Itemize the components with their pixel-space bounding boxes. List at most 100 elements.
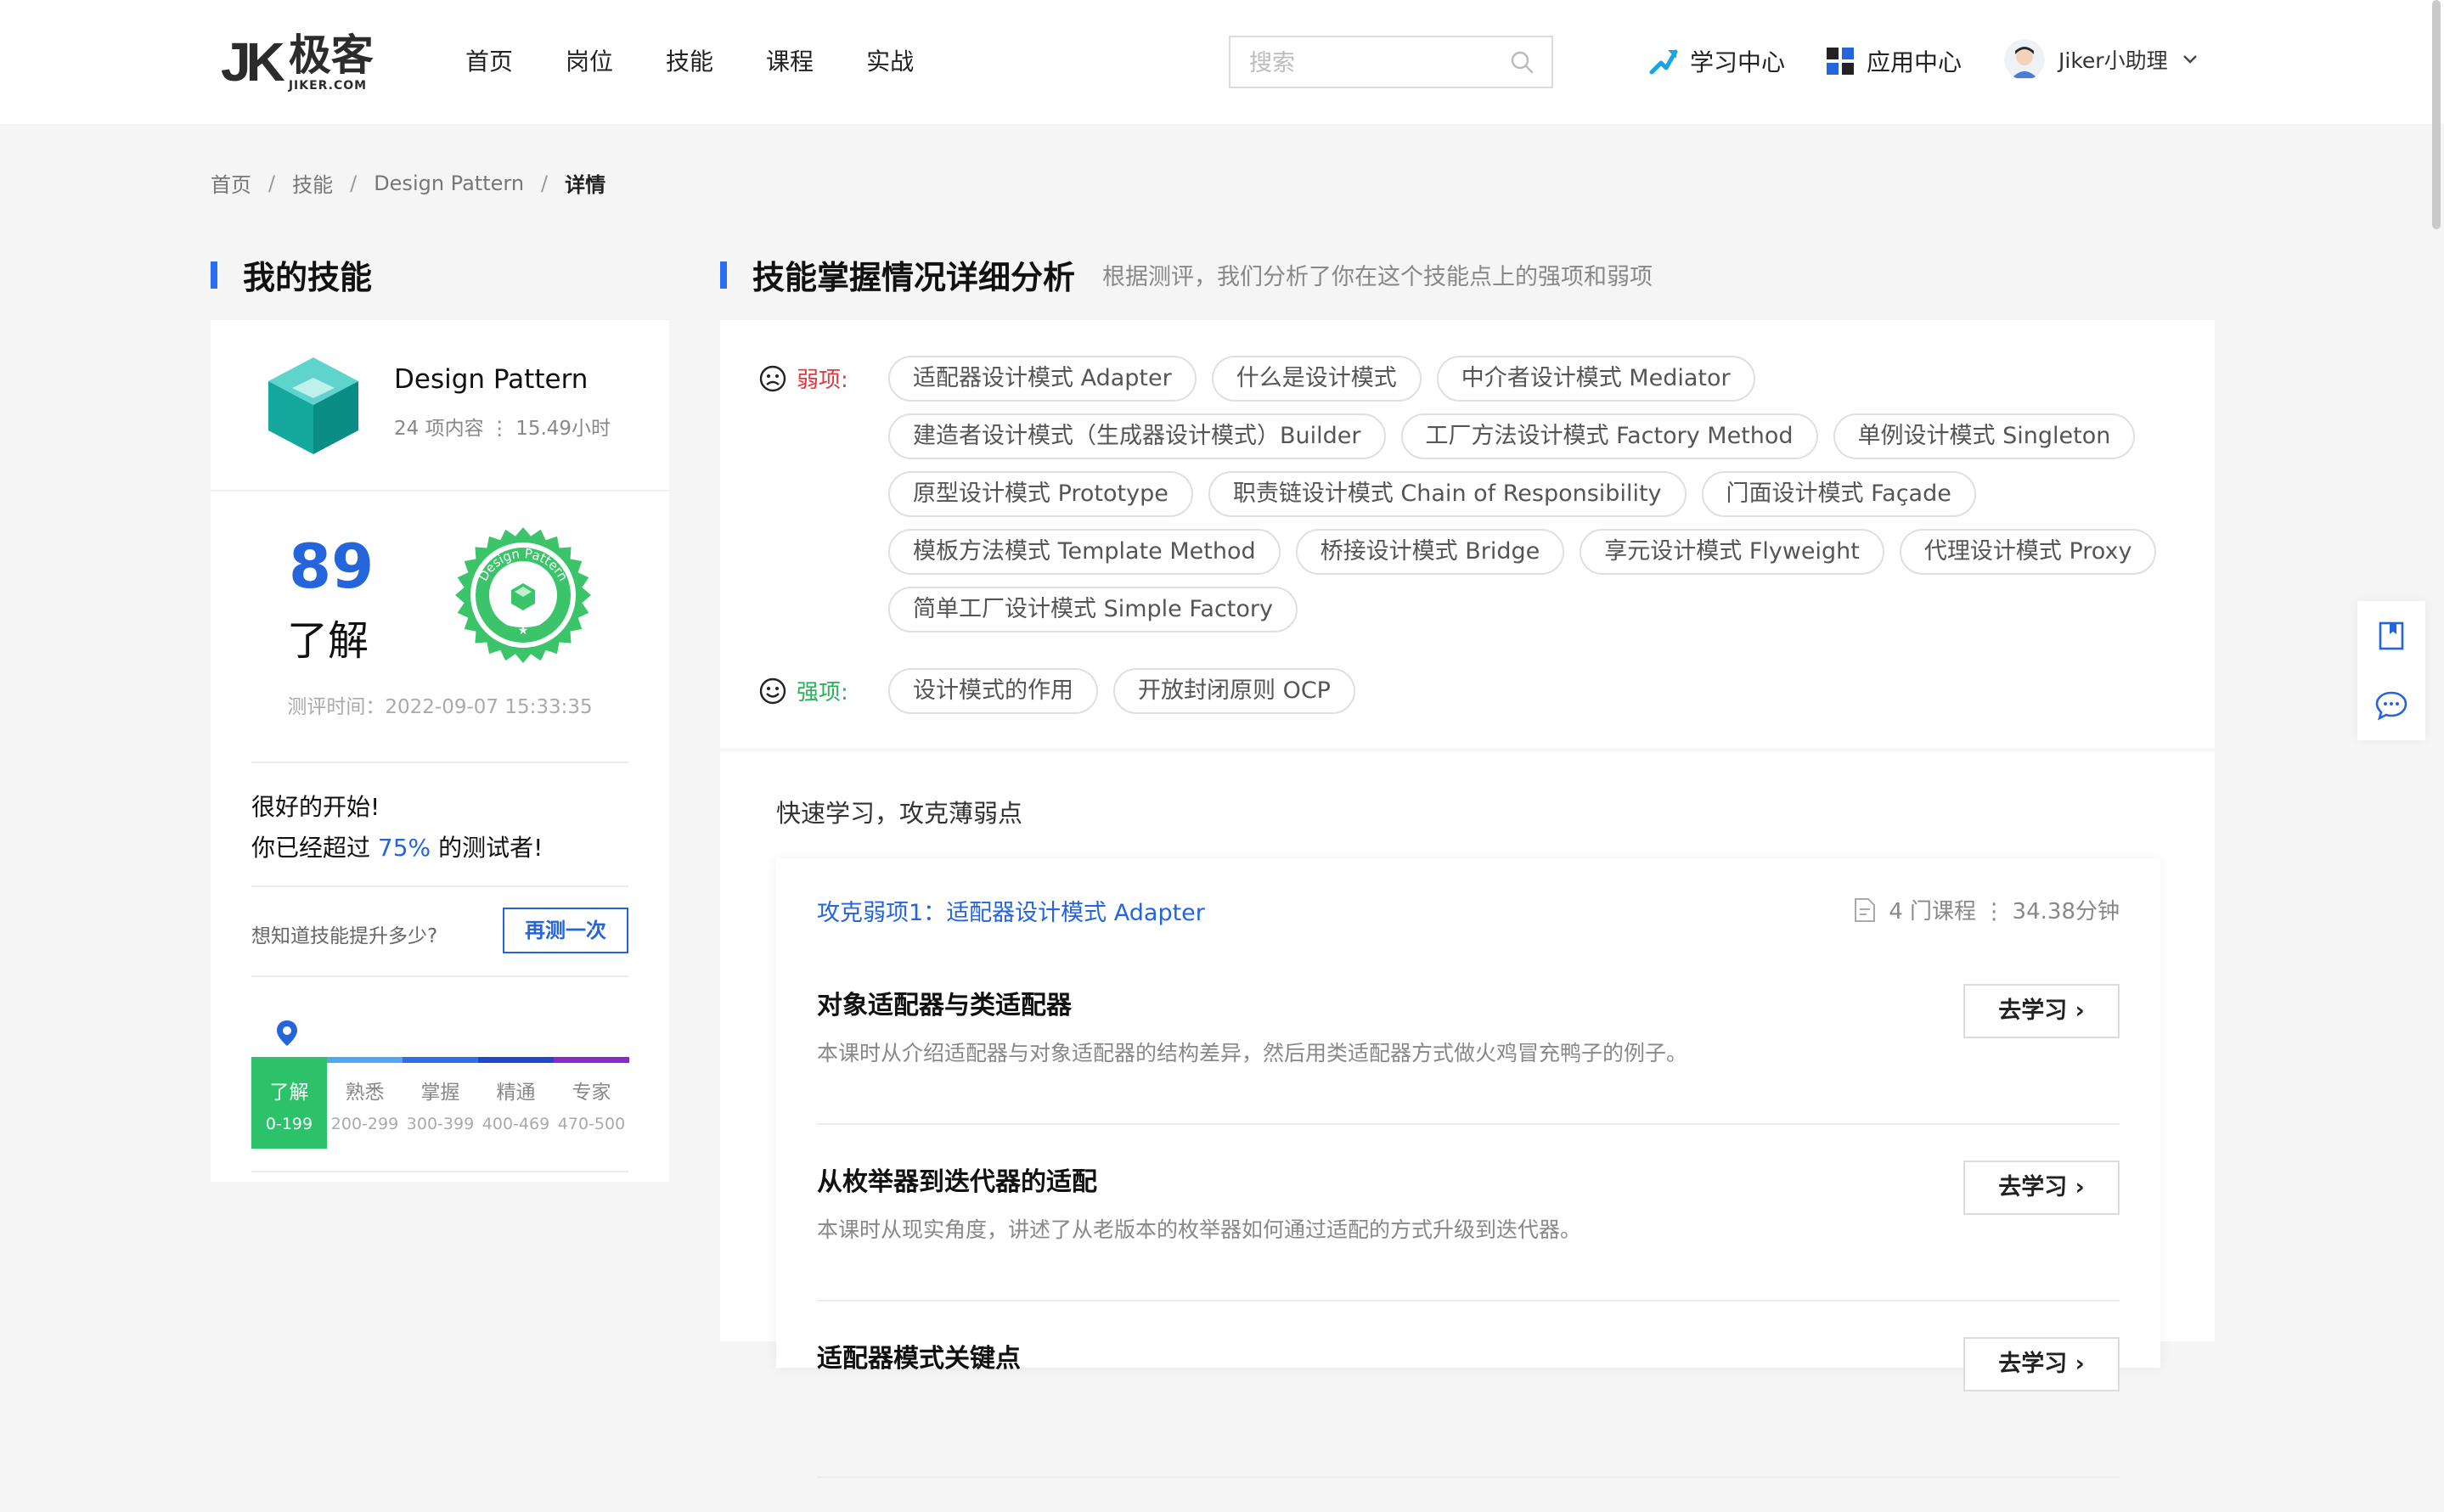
my-skills-title: 我的技能 xyxy=(211,251,372,298)
weak-skill-tag[interactable]: 原型设计模式 Prototype xyxy=(888,471,1193,517)
weak-skill-tag[interactable]: 什么是设计模式 xyxy=(1211,356,1422,402)
nav-practice[interactable]: 实战 xyxy=(866,42,914,82)
breadcrumb-separator: / xyxy=(541,171,549,195)
course-item: 从枚举器到迭代器的适配 本课时从现实角度，讲述了从老版本的枚举器如何通过适配的方式… xyxy=(817,1161,2120,1335)
weak-skill-tag[interactable]: 模板方法模式 Template Method xyxy=(888,529,1281,575)
analysis-title: 技能掌握情况详细分析 根据测评，我们分析了你在这个技能点上的强项和弱项 xyxy=(720,251,1653,298)
app-center-label: 应用中心 xyxy=(1867,48,1963,76)
quick-learn-title: 快速学习，攻克薄弱点 xyxy=(776,799,1023,828)
go-learn-button[interactable]: 去学习 › xyxy=(1963,984,2120,1038)
level-step: 熟悉 200-299 xyxy=(327,1057,403,1149)
avatar xyxy=(2004,39,2045,80)
page-scrollbar[interactable] xyxy=(2432,0,2441,229)
skill-level: 了解 xyxy=(287,617,369,665)
weak-skill-tag[interactable]: 单例设计模式 Singleton xyxy=(1833,413,2136,459)
document-icon xyxy=(1855,897,1876,922)
weak-skill-tag[interactable]: 桥接设计模式 Bridge xyxy=(1295,529,1565,575)
breadcrumb-separator: / xyxy=(350,171,358,195)
weak-skill-tag[interactable]: 简单工厂设计模式 Simple Factory xyxy=(888,587,1298,632)
weak-skill-tag[interactable]: 享元设计模式 Flyweight xyxy=(1580,529,1884,575)
skill-header: Design Pattern 24 项内容 ⋮ 15.49小时 xyxy=(211,320,669,492)
search-icon[interactable] xyxy=(1509,49,1535,75)
weak-point-heading[interactable]: 攻克弱项1：适配器设计模式 Adapter xyxy=(817,894,1205,927)
breadcrumb-current: 详情 xyxy=(565,173,606,197)
top-header: JK 极客 JIKER.COM 首页 岗位 技能 课程 实战 学习中心 xyxy=(0,0,2444,124)
weak-skill-tag[interactable]: 建造者设计模式（生成器设计模式）Builder xyxy=(888,413,1386,459)
level-step: 专家 470-500 xyxy=(554,1057,629,1149)
go-learn-button[interactable]: 去学习 › xyxy=(1963,1161,2120,1215)
strong-skill-tag[interactable]: 开放封闭原则 OCP xyxy=(1113,668,1355,714)
breadcrumb-home[interactable]: 首页 xyxy=(211,168,251,198)
course-item: 对象适配器与类适配器本课时从介绍适配器与对象适配器的结构差异，然后用类适配器方式… xyxy=(817,984,2120,1159)
course-item: 适配器模式关键点 去学习 › xyxy=(817,1337,2120,1512)
weak-skill-tag[interactable]: 代理设计模式 Proxy xyxy=(1899,529,2157,575)
title-accent-bar xyxy=(211,261,217,289)
strong-tags: 设计模式的作用 开放封闭原则 OCP xyxy=(888,668,2179,726)
jiker-logo[interactable]: JK 极客 JIKER.COM xyxy=(221,31,374,93)
skill-score: 89 xyxy=(289,531,374,602)
weak-skill-tag[interactable]: 职责链设计模式 Chain of Responsibility xyxy=(1208,471,1687,517)
logo-mark-icon: JK xyxy=(221,31,285,93)
level-name: 熟悉 xyxy=(345,1082,385,1104)
user-menu[interactable]: Jiker小助理 xyxy=(2004,39,2199,80)
nav-home[interactable]: 首页 xyxy=(465,42,513,82)
weak-point-course-box: 攻克弱项1：适配器设计模式 Adapter 4 门课程 ⋮ 34.38分钟 对象… xyxy=(776,858,2160,1478)
breadcrumb: 首页 / 技能 / Design Pattern / 详情 xyxy=(211,168,605,198)
logo-en: JIKER.COM xyxy=(288,79,368,93)
level-name: 专家 xyxy=(572,1082,611,1104)
bookmark-button[interactable] xyxy=(2357,601,2425,671)
weak-skill-tag[interactable]: 工厂方法设计模式 Factory Method xyxy=(1400,413,1818,459)
level-range: 300-399 xyxy=(406,1115,475,1133)
learning-center-link[interactable]: 学习中心 xyxy=(1649,44,1785,78)
divider xyxy=(817,1123,2120,1125)
course-title[interactable]: 对象适配器与类适配器 xyxy=(817,984,1072,1021)
user-name: Jiker小助理 xyxy=(2058,48,2168,73)
title-accent-bar xyxy=(720,261,727,289)
breadcrumb-separator: / xyxy=(268,171,276,195)
level-step: 掌握 300-399 xyxy=(403,1057,478,1149)
retest-button[interactable]: 再测一次 xyxy=(503,908,628,953)
strong-label-row: 强项: xyxy=(759,675,848,706)
sad-face-icon xyxy=(759,365,786,391)
level-name: 精通 xyxy=(496,1082,536,1104)
skill-badge-icon: Design Pattern ★ xyxy=(455,527,591,663)
divider xyxy=(251,762,628,763)
nav-jobs[interactable]: 岗位 xyxy=(566,42,613,82)
course-description: 本课时从介绍适配器与对象适配器的结构差异，然后用类适配器方式做火鸡冒充鸭子的例子… xyxy=(817,1041,1688,1065)
section-divider xyxy=(720,748,2215,751)
location-pin-icon xyxy=(277,1020,297,1046)
nav-courses[interactable]: 课程 xyxy=(766,42,814,82)
my-skill-card: Design Pattern 24 项内容 ⋮ 15.49小时 89 了解 De… xyxy=(211,320,669,1182)
retest-question: 想知道技能提升多少? xyxy=(251,925,438,947)
divider xyxy=(817,1300,2120,1301)
weak-skill-tag[interactable]: 适配器设计模式 Adapter xyxy=(888,356,1197,402)
side-float-bar xyxy=(2357,601,2425,740)
breadcrumb-design-pattern[interactable]: Design Pattern xyxy=(374,171,524,195)
level-name: 掌握 xyxy=(420,1082,460,1104)
svg-text:★: ★ xyxy=(518,624,529,638)
level-range: 200-299 xyxy=(330,1115,399,1133)
course-title[interactable]: 适配器模式关键点 xyxy=(817,1337,1021,1374)
weak-skill-tag[interactable]: 门面设计模式 Façade xyxy=(1701,471,1976,517)
percentile-message: 你已经超过 75% 的测试者! xyxy=(251,834,543,862)
main-nav: 首页 岗位 技能 课程 实战 xyxy=(465,42,966,82)
nav-skills[interactable]: 技能 xyxy=(666,42,713,82)
go-learn-button[interactable]: 去学习 › xyxy=(1963,1337,2120,1391)
search-input[interactable] xyxy=(1230,37,1506,88)
analysis-subtitle: 根据测评，我们分析了你在这个技能点上的强项和弱项 xyxy=(1102,264,1653,290)
app-center-link[interactable]: 应用中心 xyxy=(1826,44,1962,78)
breadcrumb-skills[interactable]: 技能 xyxy=(292,168,333,198)
weak-point-name: 适配器设计模式 Adapter xyxy=(946,900,1205,926)
chevron-down-icon xyxy=(2182,55,2197,64)
chat-bubble-icon xyxy=(2375,691,2407,721)
weak-label: 弱项: xyxy=(797,368,848,393)
weak-skill-tag[interactable]: 中介者设计模式 Mediator xyxy=(1436,356,1755,402)
learning-center-icon xyxy=(1649,49,1678,75)
level-range: 400-469 xyxy=(481,1115,550,1133)
level-step: 精通 400-469 xyxy=(478,1057,554,1149)
smile-face-icon xyxy=(759,677,786,704)
level-name: 了解 xyxy=(269,1082,309,1104)
course-title[interactable]: 从枚举器到迭代器的适配 xyxy=(817,1161,1097,1198)
chat-button[interactable] xyxy=(2357,671,2425,740)
strong-skill-tag[interactable]: 设计模式的作用 xyxy=(888,668,1098,714)
